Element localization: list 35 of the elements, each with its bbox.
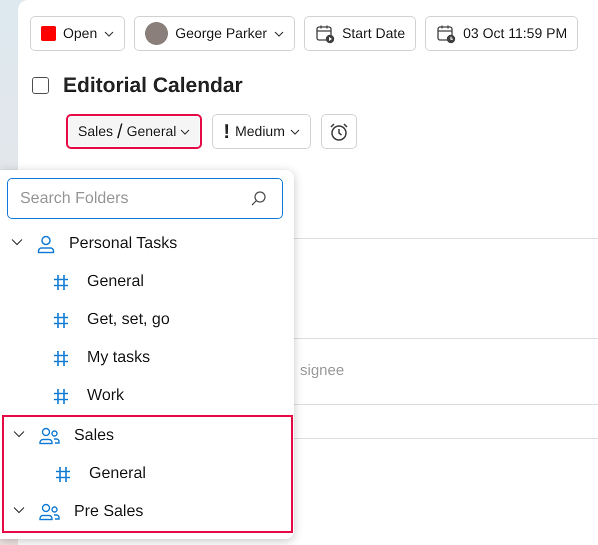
folder-item[interactable]: Get, set, go bbox=[7, 301, 293, 339]
calendar-clock-icon bbox=[436, 24, 456, 44]
folder-dropdown[interactable]: Sales / General bbox=[66, 114, 202, 150]
task-checkbox[interactable] bbox=[32, 77, 49, 94]
people-icon bbox=[39, 503, 60, 521]
folder-item[interactable]: General bbox=[7, 263, 293, 301]
people-icon bbox=[39, 427, 60, 445]
hashtag-icon bbox=[53, 350, 69, 366]
search-icon bbox=[250, 190, 267, 207]
folder-item[interactable]: Sales bbox=[9, 417, 291, 455]
folder-item[interactable]: Personal Tasks bbox=[7, 225, 293, 263]
assignee-dropdown[interactable]: George Parker bbox=[134, 16, 296, 51]
status-dropdown[interactable]: Open bbox=[30, 16, 126, 51]
hashtag-icon bbox=[53, 312, 69, 328]
folder-item[interactable]: General bbox=[9, 455, 291, 493]
separator: / bbox=[117, 120, 123, 145]
chevron-down-icon bbox=[180, 128, 190, 135]
due-date-button[interactable]: 03 Oct 11:59 PM bbox=[425, 16, 578, 51]
chevron-down-icon bbox=[290, 128, 300, 135]
folder-item[interactable]: Pre Sales bbox=[9, 493, 291, 531]
avatar bbox=[145, 22, 168, 45]
priority-dropdown[interactable]: ! Medium bbox=[212, 114, 311, 150]
task-title: Editorial Calendar bbox=[63, 73, 243, 98]
person-icon bbox=[37, 234, 55, 254]
chevron-down-icon bbox=[274, 30, 284, 36]
priority-mark: ! bbox=[223, 120, 230, 145]
alarm-clock-icon bbox=[328, 122, 349, 142]
search-field[interactable]: Search Folders bbox=[7, 178, 283, 219]
hashtag-icon bbox=[55, 466, 71, 482]
hashtag-icon bbox=[53, 274, 69, 290]
calendar-play-icon bbox=[315, 24, 336, 44]
chevron-down-icon bbox=[104, 30, 114, 36]
start-date-button[interactable]: Start Date bbox=[304, 16, 416, 51]
reminder-button[interactable] bbox=[320, 114, 357, 150]
hashtag-icon bbox=[53, 388, 69, 404]
